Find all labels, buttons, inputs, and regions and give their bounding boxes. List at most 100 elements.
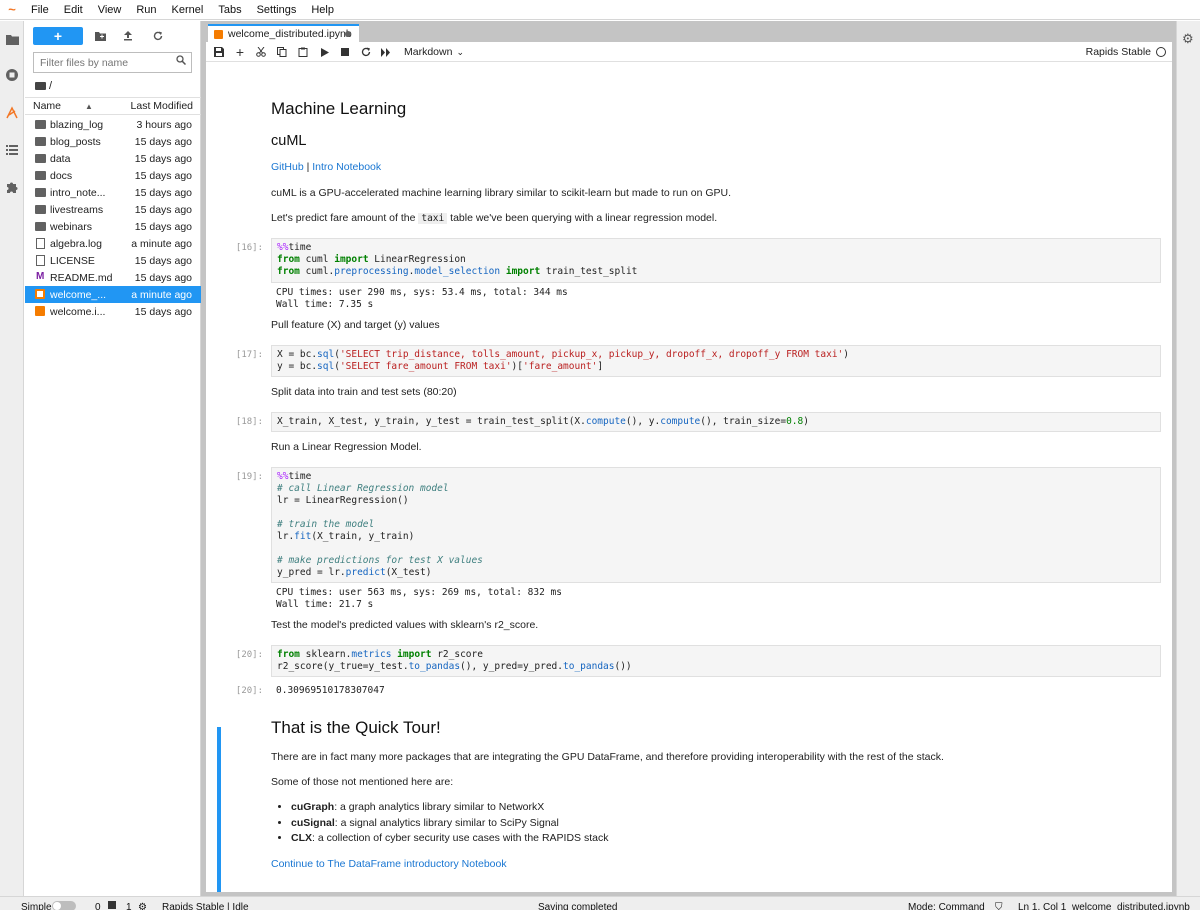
filter-files-input[interactable] <box>34 53 170 72</box>
menu-tabs[interactable]: Tabs <box>211 0 249 20</box>
cell-prompt-19: [19]: <box>235 472 263 482</box>
toggle-knob <box>53 902 61 910</box>
add-cell-icon[interactable]: + <box>231 44 249 60</box>
running-icon[interactable] <box>0 63 24 87</box>
file-row[interactable]: intro_note... 15 days ago <box>25 184 201 201</box>
new-launcher-button[interactable]: + <box>33 27 83 45</box>
menu-help[interactable]: Help <box>304 0 342 20</box>
file-modified: 15 days ago <box>134 152 192 165</box>
heading-quick-tour: That is the Quick Tour! <box>271 718 441 737</box>
file-name: README.md <box>50 271 113 284</box>
intro-notebook-link[interactable]: Intro Notebook <box>312 161 381 173</box>
code-cell-17[interactable]: X = bc.sql('SELECT trip_distance, tolls_… <box>271 345 1161 377</box>
some-mentioned-text: Some of those not mentioned here are: <box>271 776 454 788</box>
table-of-contents-icon[interactable] <box>0 138 24 162</box>
trusted-shield-icon[interactable]: ⛉ <box>995 902 1003 910</box>
refresh-icon[interactable] <box>148 27 168 45</box>
inline-code-taxi: taxi <box>418 213 448 224</box>
file-row[interactable]: data 15 days ago <box>25 150 201 167</box>
file-name: welcome_... <box>50 288 107 301</box>
file-row[interactable]: blazing_log 3 hours ago <box>25 116 201 133</box>
folder-icon <box>35 154 46 163</box>
notebook-panel: + Markdown ⌄ Rapids Stable Machine Learn… <box>206 42 1172 892</box>
notebook-icon <box>35 289 45 299</box>
cursor-position[interactable]: Ln 1, Col 1 <box>1018 902 1066 910</box>
menu-settings[interactable]: Settings <box>250 0 305 20</box>
predict-text-a: Let's predict fare amount of the <box>271 212 419 224</box>
unsaved-dot-icon[interactable] <box>345 31 351 37</box>
kernel-status[interactable]: Rapids Stable | Idle <box>162 902 249 910</box>
property-inspector-gear-icon[interactable]: ⚙ <box>1182 31 1194 47</box>
file-modified: 15 days ago <box>134 186 192 199</box>
file-name: intro_note... <box>50 186 106 199</box>
cell-type-select[interactable]: Markdown ⌄ <box>404 44 464 60</box>
tab-title: welcome_distributed.ipynb <box>228 28 352 40</box>
column-modified-header[interactable]: Last Modified <box>131 100 193 112</box>
folder-icon <box>35 171 46 180</box>
file-row[interactable]: livestreams 15 days ago <box>25 201 201 218</box>
restart-kernel-icon[interactable] <box>357 44 375 60</box>
links-row: GitHub | Intro Notebook <box>271 161 381 173</box>
run-cell-icon[interactable] <box>316 44 334 60</box>
code-cell-19[interactable]: %%time # call Linear Regression model lr… <box>271 467 1161 583</box>
rapids-extension-icon[interactable] <box>0 101 24 125</box>
cut-icon[interactable] <box>252 44 270 60</box>
file-row[interactable]: webinars 15 days ago <box>25 218 201 235</box>
stop-kernel-icon[interactable] <box>336 44 354 60</box>
file-row[interactable]: welcome_... a minute ago <box>25 286 201 303</box>
code-cell-18[interactable]: X_train, X_test, y_train, y_test = train… <box>271 412 1161 432</box>
file-row[interactable]: welcome.i... 15 days ago <box>25 303 201 320</box>
heading-machine-learning: Machine Learning <box>271 99 407 118</box>
save-icon[interactable] <box>210 44 228 60</box>
menu-run[interactable]: Run <box>129 0 164 20</box>
home-folder-icon[interactable] <box>35 82 46 90</box>
restart-run-all-icon[interactable] <box>377 44 395 60</box>
run-regression-text: Run a Linear Regression Model. <box>271 441 422 453</box>
cell-prompt-17: [17]: <box>235 350 263 360</box>
terminal-icon <box>108 901 116 909</box>
terminal-count[interactable]: 0 <box>95 902 101 910</box>
output-prompt-20: [20]: <box>235 686 263 696</box>
github-link[interactable]: GitHub <box>271 161 304 173</box>
packages-text: There are in fact many more packages tha… <box>271 751 944 763</box>
menu-file[interactable]: File <box>24 0 57 20</box>
file-row[interactable]: LICENSE 15 days ago <box>25 252 201 269</box>
file-name: algebra.log <box>50 237 102 250</box>
kernel-name[interactable]: Rapids Stable <box>1086 46 1151 58</box>
copy-icon[interactable] <box>273 44 291 60</box>
continue-link[interactable]: Continue to The DataFrame introductory N… <box>271 858 507 870</box>
tab-welcome-distributed[interactable]: welcome_distributed.ipynb <box>208 24 359 42</box>
menu-kernel[interactable]: Kernel <box>165 0 212 20</box>
code-cell-16[interactable]: %%time from cuml import LinearRegression… <box>271 238 1161 283</box>
upload-icon[interactable] <box>118 27 138 45</box>
paste-icon[interactable] <box>294 44 312 60</box>
output-16: CPU times: user 290 ms, sys: 53.4 ms, to… <box>276 287 568 310</box>
notebook-icon <box>35 306 45 316</box>
file-browser-toolbar: + <box>25 26 201 48</box>
file-modified: 15 days ago <box>134 305 192 318</box>
file-row[interactable]: docs 15 days ago <box>25 167 201 184</box>
file-icon <box>36 238 45 249</box>
search-icon <box>176 55 187 68</box>
markdown-icon: M <box>36 271 45 282</box>
code-cell-20[interactable]: from sklearn.metrics import r2_score r2_… <box>271 645 1161 677</box>
kernel-count[interactable]: 1 <box>126 902 132 910</box>
menu-edit[interactable]: Edit <box>57 0 91 20</box>
activity-bar <box>0 21 24 896</box>
breadcrumb-path[interactable]: / <box>49 80 52 92</box>
folder-icon <box>35 120 46 129</box>
menu-view[interactable]: View <box>91 0 130 20</box>
simple-mode-toggle[interactable] <box>52 901 76 910</box>
package-list: cuGraph: a graph analytics library simil… <box>291 801 608 848</box>
column-name-header[interactable]: Name <box>33 100 61 112</box>
tab-bar: welcome_distributed.ipynb <box>201 21 1176 42</box>
extension-manager-icon[interactable] <box>0 175 24 199</box>
file-row[interactable]: algebra.log a minute ago <box>25 235 201 252</box>
file-row[interactable]: M README.md 15 days ago <box>25 269 201 286</box>
list-item: cuGraph: a graph analytics library simil… <box>291 801 608 817</box>
file-row[interactable]: blog_posts 15 days ago <box>25 133 201 150</box>
file-name: blazing_log <box>50 118 104 131</box>
new-folder-icon[interactable] <box>90 27 110 45</box>
folder-icon[interactable] <box>0 27 24 51</box>
menu-bar: ~ File Edit View Run Kernel Tabs Setting… <box>0 0 1200 20</box>
